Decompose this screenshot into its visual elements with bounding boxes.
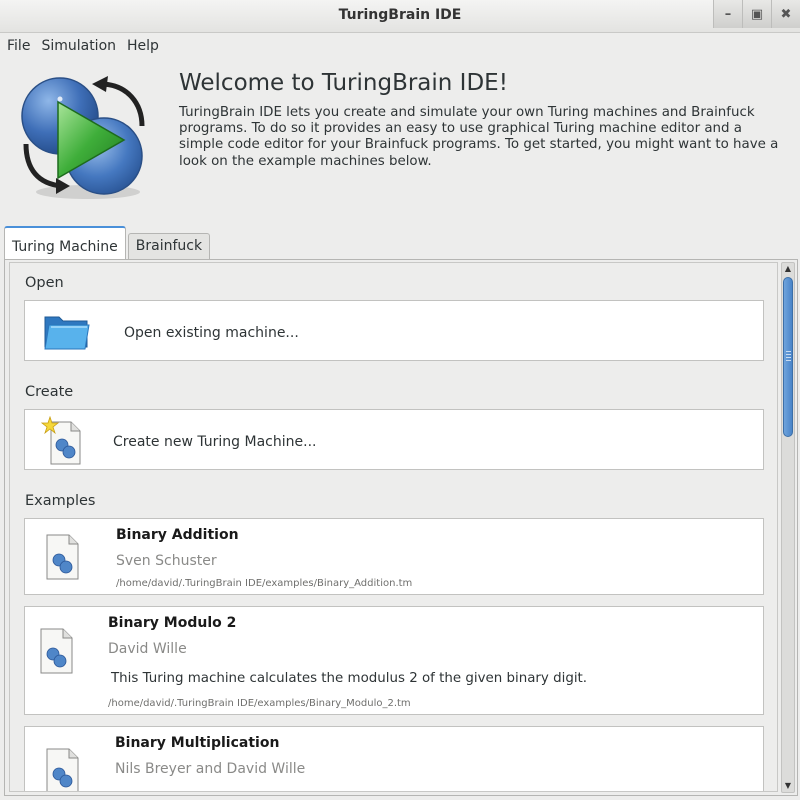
example-author: Nils Breyer and David Wille [115, 761, 306, 777]
welcome-title: Welcome to TuringBrain IDE! [179, 70, 508, 96]
example-card[interactable]: Binary Modulo 2 David Wille This Turing … [24, 606, 764, 715]
menu-help[interactable]: Help [127, 34, 159, 58]
menubar: File Simulation Help [0, 34, 800, 58]
example-path: /home/david/.TuringBrain IDE/examples/Bi… [116, 578, 413, 589]
close-button[interactable]: ✖ [771, 0, 800, 28]
turing-machine-document-icon [40, 628, 73, 674]
tab-brainfuck[interactable]: Brainfuck [127, 233, 211, 259]
turing-machine-document-icon [46, 534, 79, 580]
create-section-label: Create [25, 384, 74, 400]
example-card[interactable]: Binary Addition Sven Schuster /home/davi… [24, 518, 764, 595]
example-author: David Wille [108, 641, 187, 657]
window-controls: – ▣ ✖ [713, 0, 800, 28]
scroll-up-icon[interactable]: ▲ [782, 263, 794, 275]
example-path: /home/david/.TuringBrain IDE/examples/Bi… [108, 698, 411, 709]
maximize-button[interactable]: ▣ [742, 0, 771, 28]
maximize-icon: ▣ [750, 6, 764, 22]
menu-file[interactable]: File [7, 34, 30, 58]
window-titlebar: TuringBrain IDE – ▣ ✖ [0, 0, 800, 33]
tab-panel: Open Open existing machine... Create Cre… [4, 259, 798, 796]
create-machine-label: Create new Turing Machine... [113, 434, 317, 450]
turing-machine-document-icon [46, 748, 79, 791]
scroll-content: Open Open existing machine... Create Cre… [9, 262, 778, 792]
example-title: Binary Multiplication [115, 735, 280, 751]
scroll-down-icon[interactable]: ▼ [782, 780, 794, 792]
close-icon: ✖ [780, 6, 792, 22]
window-title: TuringBrain IDE [338, 7, 462, 23]
welcome-text: TuringBrain IDE lets you create and simu… [179, 105, 779, 169]
menu-simulation[interactable]: Simulation [41, 34, 116, 58]
tab-bar: Turing Machine Brainfuck [4, 226, 212, 260]
turingbrain-logo-icon [21, 76, 145, 199]
folder-icon [44, 316, 90, 350]
open-machine-label: Open existing machine... [124, 325, 299, 341]
scrollbar-thumb[interactable] [783, 277, 793, 437]
example-description: This Turing machine calculates the modul… [111, 671, 588, 686]
example-title: Binary Modulo 2 [108, 615, 237, 631]
minimize-button[interactable]: – [713, 0, 742, 28]
grip-icon [786, 351, 791, 361]
open-machine-button[interactable]: Open existing machine... [24, 300, 764, 361]
create-machine-button[interactable]: Create new Turing Machine... [24, 409, 764, 470]
minimize-icon: – [724, 6, 732, 22]
new-document-star-icon [41, 416, 81, 465]
tab-turing-machine[interactable]: Turing Machine [4, 226, 126, 260]
example-author: Sven Schuster [116, 553, 217, 569]
open-section-label: Open [25, 275, 64, 291]
example-card[interactable]: Binary Multiplication Nils Breyer and Da… [24, 726, 764, 791]
example-title: Binary Addition [116, 527, 239, 543]
examples-section-label: Examples [25, 493, 96, 509]
vertical-scrollbar[interactable]: ▲ ▼ [781, 262, 795, 793]
